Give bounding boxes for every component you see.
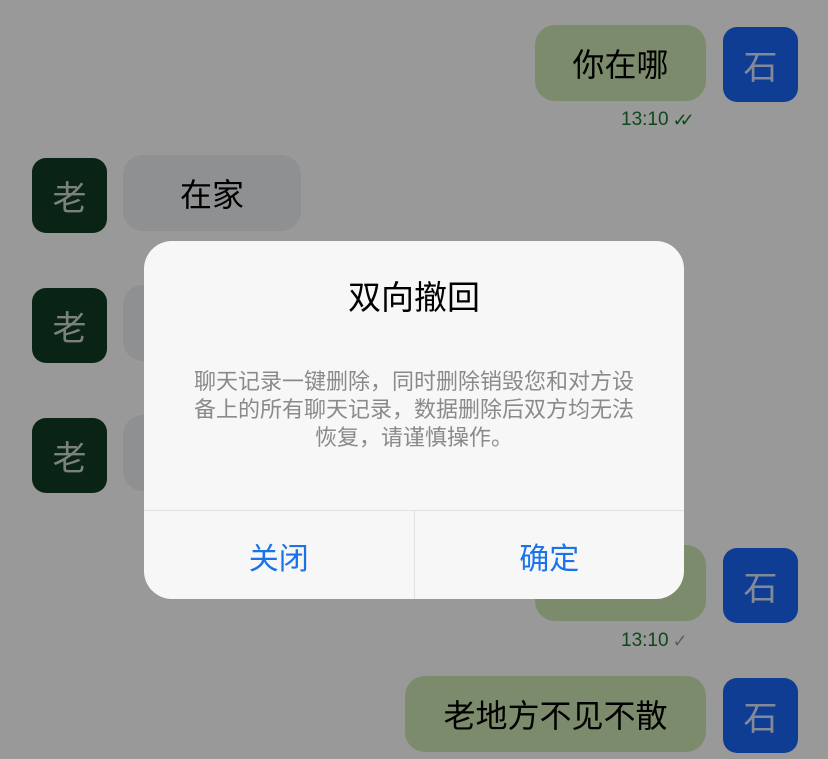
dialog-title: 双向撤回 — [348, 278, 480, 317]
dialog-actions: 关闭 确定 — [144, 510, 684, 599]
dialog-message: 聊天记录一键删除，同时删除销毁您和对方设备上的所有聊天记录，数据删除后双方均无法… — [193, 370, 634, 451]
chat-screen: 你在哪 石 13:10 ✓✓ 老 在家 老 老 石 13:10 ✓ 老地方不见不… — [0, 0, 828, 759]
confirm-button[interactable]: 确定 — [413, 511, 685, 599]
recall-dialog: 双向撤回 聊天记录一键删除，同时删除销毁您和对方设备上的所有聊天记录，数据删除后… — [144, 241, 684, 599]
close-button[interactable]: 关闭 — [144, 511, 414, 599]
